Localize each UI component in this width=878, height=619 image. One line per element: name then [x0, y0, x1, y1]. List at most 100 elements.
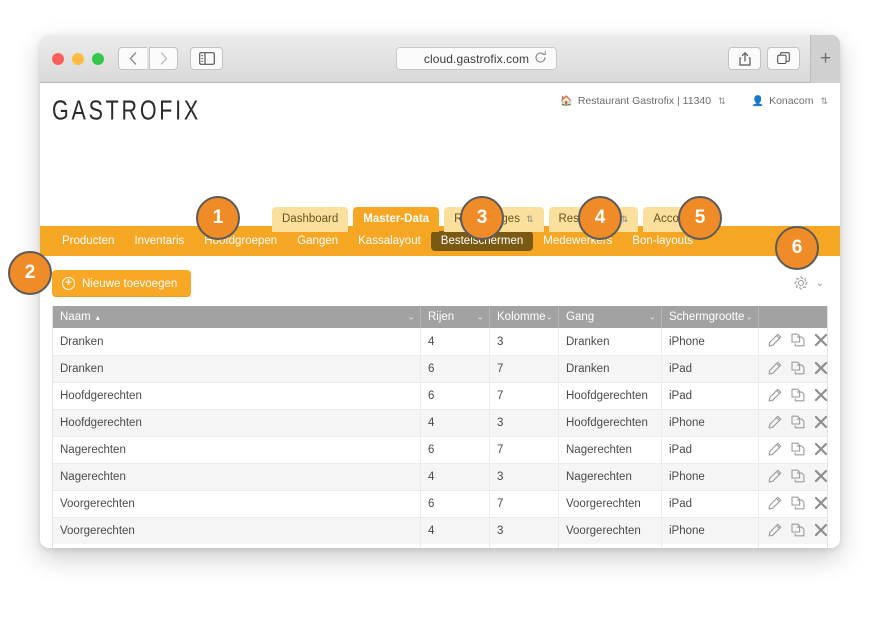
table-row[interactable]: Hoofdgerechten 6 7 Hoofdgerechten iPad — [53, 382, 827, 409]
tab-master-data[interactable]: Master-Data — [353, 207, 440, 232]
pencil-icon — [768, 469, 782, 486]
address-bar[interactable]: cloud.gastrofix.com — [396, 47, 557, 70]
chevron-right-icon — [160, 52, 167, 65]
duplicate-row-button[interactable] — [791, 415, 805, 432]
show-tabs-button[interactable] — [767, 47, 800, 70]
tabs-overview-icon — [777, 52, 790, 65]
duplicate-row-button[interactable] — [791, 469, 805, 486]
new-tab-button[interactable]: + — [810, 35, 840, 83]
edit-row-button[interactable] — [768, 469, 782, 486]
edit-row-button[interactable] — [768, 415, 782, 432]
cell-gang: Hoofdgerechten — [559, 410, 662, 436]
sidebar-icon — [198, 52, 215, 65]
callout-badge-2: 2 — [8, 251, 52, 295]
chevron-down-icon[interactable]: ⌄ — [407, 312, 415, 323]
table-settings[interactable]: ⌄ — [793, 275, 824, 291]
duplicate-row-button[interactable] — [791, 523, 805, 540]
add-new-button[interactable]: + Nieuwe toevoegen — [52, 270, 192, 297]
delete-row-button[interactable] — [814, 442, 827, 459]
pencil-icon — [768, 333, 782, 350]
delete-row-button[interactable] — [814, 469, 827, 486]
cell-schermgrootte: iPad — [662, 437, 759, 463]
column-header-gang[interactable]: Gang ⌄ — [559, 306, 662, 328]
close-window-button[interactable] — [52, 52, 64, 65]
column-header-kolommen[interactable]: Kolomme ⌄ — [490, 306, 559, 328]
reload-button[interactable] — [534, 50, 547, 67]
delete-row-button[interactable] — [814, 523, 827, 540]
close-icon — [814, 361, 827, 378]
share-button[interactable] — [728, 47, 761, 70]
table-row[interactable]: Dranken 6 7 Dranken iPad — [53, 355, 827, 382]
subnav-item-gangen[interactable]: Gangen — [287, 231, 348, 251]
cell-gang: Nagerechten — [559, 464, 662, 490]
edit-row-button[interactable] — [768, 442, 782, 459]
restaurant-label: Restaurant Gastrofix | 11340 — [577, 95, 712, 107]
app-header-right: 🏠 Restaurant Gastrofix | 11340 ⇅ 👤 Konac… — [560, 95, 828, 107]
subnav-item-producten[interactable]: Producten — [52, 231, 124, 251]
cell-acties — [759, 410, 827, 436]
duplicate-row-button[interactable] — [791, 442, 805, 459]
table-row[interactable]: Voorgerechten 4 3 Voorgerechten iPhone — [53, 517, 827, 544]
delete-row-button[interactable] — [814, 496, 827, 513]
edit-row-button[interactable] — [768, 333, 782, 350]
cell-kolommen: 7 — [490, 437, 559, 463]
table-row[interactable]: Hoofdgerechten 4 3 Hoofdgerechten iPhone — [53, 409, 827, 436]
cell-gang: Nagerechten — [559, 437, 662, 463]
delete-row-button[interactable] — [814, 361, 827, 378]
duplicate-row-button[interactable] — [791, 496, 805, 513]
table-row[interactable]: Nagerechten 4 3 Nagerechten iPhone — [53, 463, 827, 490]
minimize-window-button[interactable] — [72, 52, 84, 65]
copy-icon — [791, 361, 805, 378]
delete-row-button[interactable] — [814, 333, 827, 350]
table-row[interactable]: Nagerechten 6 7 Nagerechten iPad — [53, 436, 827, 463]
subnav-item-kassalayout[interactable]: Kassalayout — [348, 231, 431, 251]
chevron-down-icon[interactable]: ⌄ — [648, 312, 656, 323]
back-button[interactable] — [118, 47, 147, 70]
column-header-naam[interactable]: Naam ▴ ⌄ — [53, 306, 421, 328]
duplicate-row-button[interactable] — [791, 333, 805, 350]
column-header-schermgrootte[interactable]: Schermgrootte ⌄ — [662, 306, 759, 328]
chevron-down-icon[interactable]: ⌄ — [476, 312, 484, 323]
column-label: Naam — [60, 311, 91, 323]
edit-row-button[interactable] — [768, 361, 782, 378]
chevron-down-icon[interactable]: ⌄ — [745, 312, 753, 323]
close-icon — [814, 333, 827, 350]
new-tab-label: + — [819, 48, 832, 69]
column-label: Gang — [566, 311, 595, 323]
screenshot-root: cloud.gastrofix.com + GASTROFIX 🏠 Restau… — [0, 0, 878, 619]
cell-schermgrootte — [662, 544, 759, 548]
edit-row-button[interactable] — [768, 496, 782, 513]
browser-titlebar: cloud.gastrofix.com + — [40, 35, 840, 83]
cell-schermgrootte: iPad — [662, 356, 759, 382]
chevron-down-icon: ⌄ — [815, 277, 824, 289]
copy-icon — [791, 469, 805, 486]
duplicate-row-button[interactable] — [791, 388, 805, 405]
duplicate-row-button[interactable] — [791, 361, 805, 378]
restaurant-selector[interactable]: 🏠 Restaurant Gastrofix | 11340 ⇅ — [560, 95, 725, 107]
cell-naam: Nagerechten — [53, 437, 421, 463]
edit-row-button[interactable] — [768, 523, 782, 540]
sidebar-toggle-button[interactable] — [190, 47, 223, 70]
cell-acties — [759, 437, 827, 463]
cell-naam: Dranken — [53, 356, 421, 382]
user-icon: 👤 — [751, 95, 765, 107]
browser-window: cloud.gastrofix.com + GASTROFIX 🏠 Restau… — [40, 35, 840, 548]
pencil-icon — [768, 496, 782, 513]
table-row[interactable]: Voorgerechten 6 7 Voorgerechten iPad — [53, 490, 827, 517]
delete-row-button[interactable] — [814, 415, 827, 432]
share-icon — [738, 51, 751, 66]
user-selector[interactable]: 👤 Konacom ⇅ — [752, 95, 828, 107]
column-header-rijen[interactable]: Rijen ⌄ — [421, 306, 490, 328]
cell-gang: Voorgerechten — [559, 518, 662, 544]
subnav-item-inventaris[interactable]: Inventaris — [124, 231, 194, 251]
tab-dashboard[interactable]: Dashboard — [272, 207, 349, 232]
cell-rijen: 6 — [421, 491, 490, 517]
zoom-window-button[interactable] — [92, 52, 104, 65]
table-row[interactable]: Dranken 4 3 Dranken iPhone — [53, 328, 827, 355]
chevron-down-icon[interactable]: ⌄ — [545, 312, 553, 323]
delete-row-button[interactable] — [814, 388, 827, 405]
cell-gang: Hoofdgerechten — [559, 383, 662, 409]
edit-row-button[interactable] — [768, 388, 782, 405]
sort-ascending-icon: ▴ — [95, 312, 100, 322]
forward-button[interactable] — [149, 47, 178, 70]
